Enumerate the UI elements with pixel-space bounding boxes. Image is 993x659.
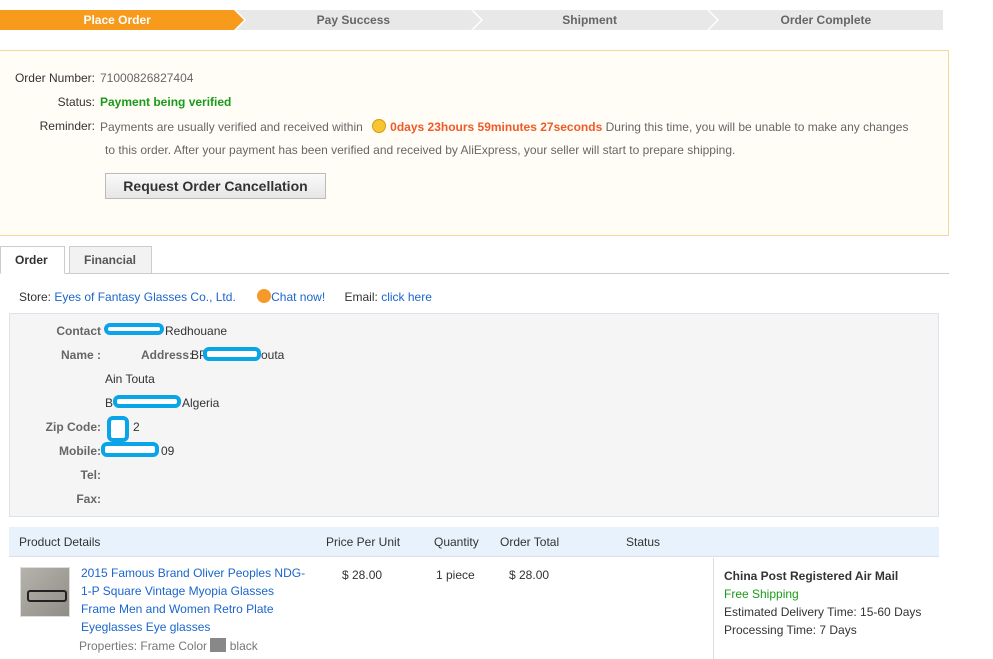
order-total: $ 28.00 bbox=[509, 568, 550, 582]
chat-icon bbox=[257, 289, 272, 303]
store-row: Store: Eyes of Fantasy Glasses Co., Ltd.… bbox=[19, 289, 432, 304]
address-label: Address: bbox=[140, 348, 193, 362]
contact-value: Redhouane bbox=[165, 324, 228, 338]
countdown: 0days 23hours 59minutes 27seconds bbox=[390, 120, 603, 134]
address-line1-end: outa bbox=[261, 348, 285, 362]
zip-label: Zip Code: bbox=[45, 420, 101, 434]
fax-label: Fax: bbox=[76, 492, 101, 506]
redaction bbox=[104, 323, 164, 335]
product-properties: Properties: Frame Color black bbox=[79, 638, 258, 653]
header-order-total: Order Total bbox=[500, 535, 560, 549]
delivery-time: Estimated Delivery Time: 15-60 Days bbox=[724, 605, 922, 619]
address-line3-start: B bbox=[105, 396, 114, 410]
color-swatch-icon bbox=[210, 638, 227, 652]
quantity: 1 piece bbox=[436, 568, 475, 582]
name-label: Name : bbox=[60, 348, 101, 362]
header-status: Status bbox=[626, 535, 661, 549]
clock-icon bbox=[372, 119, 387, 133]
store-label: Store: bbox=[19, 290, 52, 304]
header-quantity: Quantity bbox=[434, 535, 479, 549]
redaction bbox=[101, 442, 159, 457]
reminder-text: Payments are usually verified and receiv… bbox=[100, 119, 908, 134]
email-label: Email: bbox=[344, 290, 378, 304]
table-row: 2015 Famous Brand Oliver Peoples NDG-1-P… bbox=[9, 558, 939, 659]
contact-label: Contact bbox=[56, 324, 101, 338]
processing-time: Processing Time: 7 Days bbox=[724, 623, 857, 637]
price-per-unit: $ 28.00 bbox=[342, 568, 383, 582]
step-place-order: Place Order bbox=[0, 10, 247, 30]
address-panel: Contact Redhouane Name : Address: BP out… bbox=[9, 313, 939, 517]
redaction bbox=[113, 395, 181, 408]
reminder-label: Reminder: bbox=[39, 119, 95, 133]
shipping-method: China Post Registered Air Mail bbox=[724, 569, 899, 583]
reminder-post: During this time, you will be unable to … bbox=[605, 120, 909, 134]
email-link[interactable]: click here bbox=[381, 290, 432, 304]
mobile-label: Mobile: bbox=[59, 444, 101, 458]
chat-now-link[interactable]: Chat now! bbox=[271, 290, 325, 304]
order-status: Payment being verified bbox=[100, 95, 232, 109]
product-table-header: Product Details Price Per Unit Quantity … bbox=[9, 527, 939, 557]
reminder-line2: to this order. After your payment has be… bbox=[105, 143, 736, 157]
header-product-details: Product Details bbox=[19, 535, 101, 549]
step-shipment: Shipment bbox=[472, 10, 720, 30]
address-line2: Ain Touta bbox=[105, 372, 155, 386]
order-info-panel: Order Number: 71000826827404 Status: Payme… bbox=[0, 50, 949, 236]
color-value: black bbox=[229, 639, 258, 653]
address-country: Algeria bbox=[182, 396, 220, 410]
header-price: Price Per Unit bbox=[326, 535, 401, 549]
order-number: 71000826827404 bbox=[100, 71, 194, 85]
progress-steps: Place Order Pay Success Shipment Order C… bbox=[0, 10, 945, 30]
product-thumbnail[interactable] bbox=[20, 567, 70, 617]
reminder-pre: Payments are usually verified and receiv… bbox=[100, 120, 363, 134]
redaction bbox=[107, 416, 129, 442]
store-link[interactable]: Eyes of Fantasy Glasses Co., Ltd. bbox=[54, 290, 235, 304]
tel-label: Tel: bbox=[80, 468, 101, 482]
shipping-info: China Post Registered Air Mail Free Ship… bbox=[713, 558, 921, 659]
step-pay-success: Pay Success bbox=[236, 10, 483, 30]
properties-label: Properties: Frame Color bbox=[79, 639, 208, 653]
status-label: Status: bbox=[57, 95, 95, 109]
tab-bar: Order Financial bbox=[0, 246, 949, 274]
product-title-link[interactable]: 2015 Famous Brand Oliver Peoples NDG-1-P… bbox=[81, 564, 311, 636]
shipping-cost: Free Shipping bbox=[724, 587, 799, 601]
order-number-label: Order Number: bbox=[14, 71, 95, 85]
zip-value: 2 bbox=[133, 420, 140, 434]
request-cancellation-button[interactable]: Request Order Cancellation bbox=[105, 173, 326, 199]
mobile-value: 09 bbox=[161, 444, 175, 458]
redaction bbox=[203, 347, 261, 361]
tab-financial[interactable]: Financial bbox=[69, 246, 152, 274]
tab-order[interactable]: Order bbox=[0, 246, 65, 274]
step-order-complete: Order Complete bbox=[708, 10, 943, 30]
